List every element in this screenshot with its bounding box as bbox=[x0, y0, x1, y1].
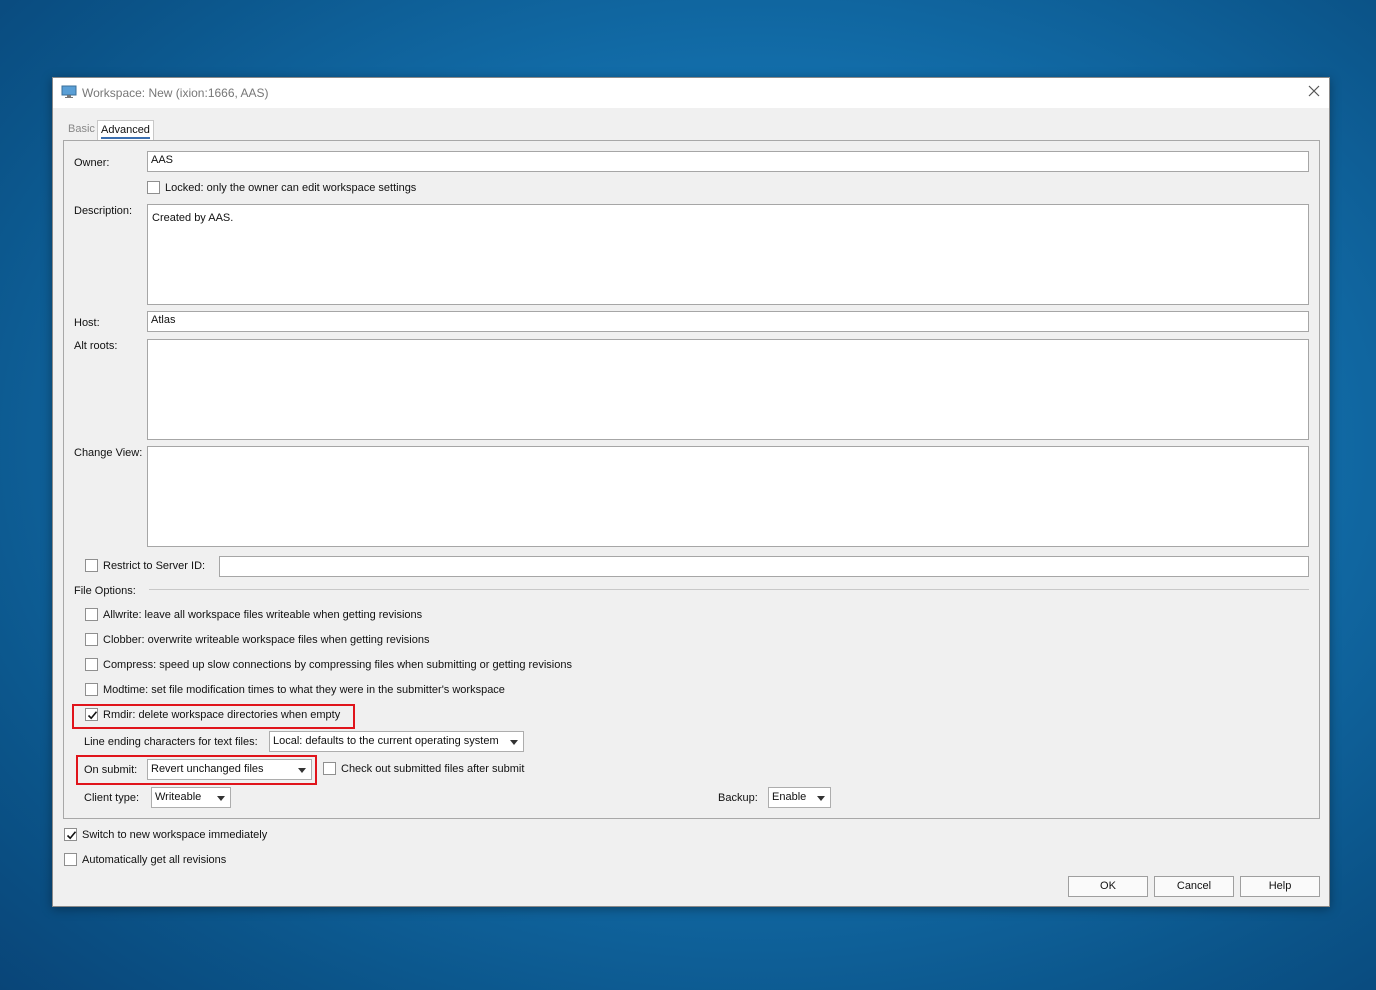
chevron-down-icon bbox=[817, 796, 825, 801]
modtime-label: Modtime: set file modification times to … bbox=[103, 684, 505, 696]
rmdir-highlight-box bbox=[72, 704, 355, 729]
chevron-down-icon bbox=[510, 740, 518, 745]
chevron-down-icon bbox=[217, 796, 225, 801]
backup-value: Enable bbox=[772, 791, 807, 803]
window-title: Workspace: New (ixion:1666, AAS) bbox=[82, 86, 269, 100]
file-options-separator bbox=[149, 589, 1309, 590]
description-textarea[interactable]: Created by AAS. bbox=[147, 204, 1309, 305]
allwrite-checkbox[interactable] bbox=[85, 608, 98, 621]
cancel-button[interactable]: Cancel bbox=[1154, 876, 1234, 897]
clobber-checkbox[interactable] bbox=[85, 633, 98, 646]
line-ending-label: Line ending characters for text files: bbox=[84, 736, 258, 748]
alt-roots-textarea[interactable] bbox=[147, 339, 1309, 440]
change-view-textarea[interactable] bbox=[147, 446, 1309, 547]
checkout-after-submit-label: Check out submitted files after submit bbox=[341, 763, 525, 775]
workspace-dialog: Workspace: New (ixion:1666, AAS) Basic A… bbox=[52, 77, 1330, 907]
locked-label: Locked: only the owner can edit workspac… bbox=[165, 182, 417, 194]
ok-button[interactable]: OK bbox=[1068, 876, 1148, 897]
host-input[interactable]: Atlas bbox=[147, 311, 1309, 332]
client-type-value: Writeable bbox=[155, 791, 202, 803]
monitor-icon bbox=[61, 85, 77, 98]
description-label: Description: bbox=[74, 205, 133, 217]
compress-checkbox[interactable] bbox=[85, 658, 98, 671]
auto-get-label: Automatically get all revisions bbox=[82, 854, 227, 866]
line-ending-dropdown[interactable]: Local: defaults to the current operating… bbox=[269, 731, 524, 752]
alt-roots-label: Alt roots: bbox=[74, 340, 118, 352]
auto-get-checkbox[interactable] bbox=[64, 853, 77, 866]
file-options-label: File Options: bbox=[74, 585, 136, 597]
checkmark-icon bbox=[66, 831, 77, 840]
locked-checkbox[interactable] bbox=[147, 181, 160, 194]
owner-input[interactable]: AAS bbox=[147, 151, 1309, 172]
help-button[interactable]: Help bbox=[1240, 876, 1320, 897]
restrict-checkbox[interactable] bbox=[85, 559, 98, 572]
line-ending-value: Local: defaults to the current operating… bbox=[273, 735, 499, 747]
host-label: Host: bbox=[74, 317, 100, 329]
switch-workspace-label: Switch to new workspace immediately bbox=[82, 829, 268, 841]
tab-advanced-label: Advanced bbox=[101, 124, 150, 139]
client-type-dropdown[interactable]: Writeable bbox=[151, 787, 231, 808]
on-submit-highlight-box bbox=[76, 755, 317, 785]
allwrite-label: Allwrite: leave all workspace files writ… bbox=[103, 609, 423, 621]
restrict-label: Restrict to Server ID: bbox=[103, 560, 206, 572]
title-bar: Workspace: New (ixion:1666, AAS) bbox=[53, 78, 1329, 108]
compress-label: Compress: speed up slow connections by c… bbox=[103, 659, 572, 671]
switch-workspace-checkbox[interactable] bbox=[64, 828, 77, 841]
modtime-checkbox[interactable] bbox=[85, 683, 98, 696]
change-view-label: Change View: bbox=[74, 447, 143, 459]
close-icon[interactable] bbox=[1307, 84, 1321, 98]
clobber-label: Clobber: overwrite writeable workspace f… bbox=[103, 634, 430, 646]
backup-label: Backup: bbox=[718, 792, 758, 804]
checkout-after-submit-checkbox[interactable] bbox=[323, 762, 336, 775]
client-type-label: Client type: bbox=[84, 792, 140, 804]
tab-advanced[interactable]: Advanced bbox=[97, 120, 154, 141]
server-id-input[interactable] bbox=[219, 556, 1309, 577]
tab-basic[interactable]: Basic bbox=[65, 120, 98, 140]
backup-dropdown[interactable]: Enable bbox=[768, 787, 831, 808]
owner-label: Owner: bbox=[74, 157, 110, 169]
